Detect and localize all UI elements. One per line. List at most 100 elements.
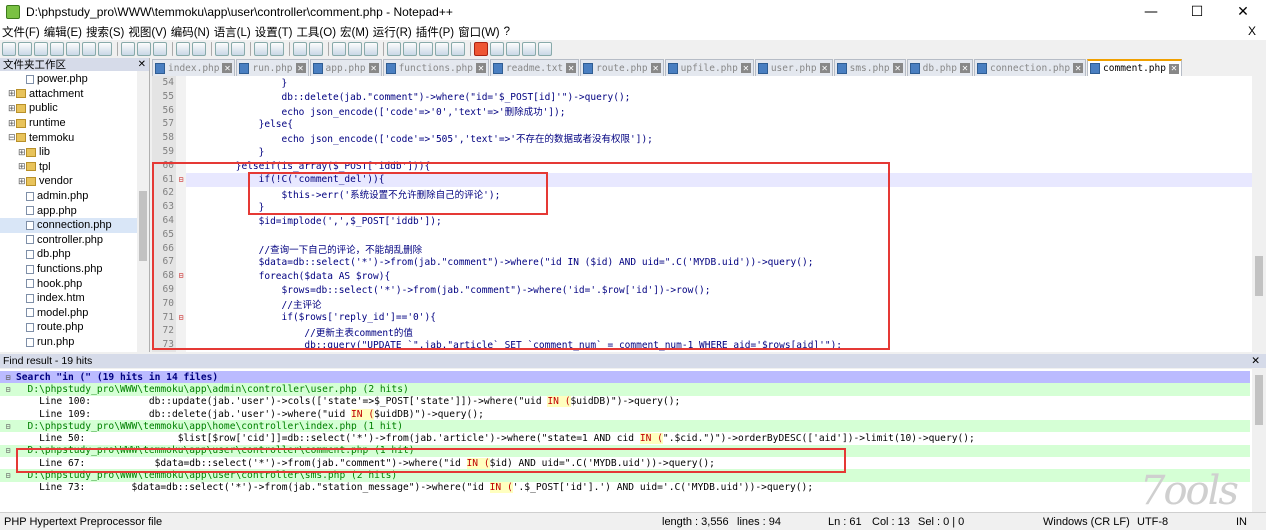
- menu-item[interactable]: 文件(F): [2, 24, 40, 40]
- tab-document[interactable]: user.php ✕: [754, 59, 833, 76]
- minimize-button[interactable]: —: [1128, 0, 1174, 24]
- find-result-line-row[interactable]: Line 73: $data=db::select('*')->from(jab…: [0, 482, 1250, 494]
- doc-map-icon[interactable]: [403, 42, 417, 56]
- func-list-icon[interactable]: [419, 42, 433, 56]
- find-result-panel[interactable]: ⊟ Search "in (" (19 hits in 14 files) ⊟ D:…: [0, 369, 1266, 512]
- tab-close-icon[interactable]: ✕: [368, 63, 379, 73]
- tab-close-icon[interactable]: ✕: [650, 63, 661, 73]
- file-tree-item[interactable]: hook.php: [0, 276, 137, 291]
- fold-marker-icon[interactable]: [176, 89, 186, 105]
- file-tree-item[interactable]: admin.php: [0, 189, 137, 204]
- fold-marker-icon[interactable]: [176, 241, 186, 257]
- fold-marker-icon[interactable]: [176, 338, 186, 352]
- menu-item[interactable]: 设置(T): [255, 24, 293, 40]
- record-icon[interactable]: [474, 42, 488, 56]
- file-tree-item[interactable]: model.php: [0, 306, 137, 321]
- tab-close-icon[interactable]: ✕: [819, 63, 830, 73]
- find-result-file-row[interactable]: ⊟ D:\phpstudy_pro\WWW\temmoku\app\user\c…: [0, 444, 1250, 458]
- menu-item[interactable]: 运行(R): [373, 24, 412, 40]
- file-tree-item[interactable]: ⊞ runtime: [0, 116, 137, 131]
- find-result-line-row[interactable]: Line 109: db::delete(jab.'user')->where(…: [0, 408, 1250, 420]
- find-result-file-row[interactable]: ⊟ D:\phpstudy_pro\WWW\temmoku\app\user\c…: [0, 469, 1250, 482]
- fold-marker-icon[interactable]: [176, 227, 186, 243]
- tree-toggle-icon[interactable]: ⊞: [18, 147, 26, 158]
- fold-toggle-icon[interactable]: ⊟: [0, 373, 16, 382]
- fold-toggle-icon[interactable]: ⊟: [0, 446, 16, 455]
- tab-close-icon[interactable]: ✕: [740, 63, 751, 73]
- play-icon[interactable]: [506, 42, 520, 56]
- show-all-icon[interactable]: [348, 42, 362, 56]
- tab-document[interactable]: index.php ✕: [152, 59, 236, 76]
- tab-close-icon[interactable]: ✕: [566, 63, 577, 73]
- fold-marker-icon[interactable]: [176, 200, 186, 215]
- replace-icon[interactable]: [231, 42, 245, 56]
- file-tree-item[interactable]: power.php: [0, 72, 137, 87]
- sync-v-icon[interactable]: [293, 42, 307, 56]
- fold-marker-icon[interactable]: [176, 186, 186, 201]
- file-tree-item[interactable]: ⊞ lib: [0, 145, 137, 160]
- menu-item[interactable]: 搜索(S): [86, 24, 124, 40]
- tree-toggle-icon[interactable]: ⊟: [8, 132, 16, 143]
- save-all-icon[interactable]: [50, 42, 64, 56]
- file-tree-item[interactable]: controller.php: [0, 233, 137, 248]
- menu-close-document-button[interactable]: X: [1248, 24, 1256, 38]
- folder-icon[interactable]: [435, 42, 449, 56]
- file-tree-item[interactable]: run.php: [0, 335, 137, 350]
- paste-icon[interactable]: [153, 42, 167, 56]
- scrollbar-thumb[interactable]: [1255, 256, 1263, 296]
- fold-marker-icon[interactable]: [176, 296, 186, 312]
- find-result-search-row[interactable]: ⊟ Search "in (" (19 hits in 14 files): [0, 371, 1250, 384]
- menu-item[interactable]: ?: [504, 26, 510, 38]
- tab-document[interactable]: comment.php ✕: [1087, 59, 1182, 76]
- tree-toggle-icon[interactable]: ⊞: [18, 176, 26, 187]
- zoom-out-icon[interactable]: [270, 42, 284, 56]
- file-tree-item[interactable]: db.php: [0, 247, 137, 262]
- lang-icon[interactable]: [387, 42, 401, 56]
- fold-marker-icon[interactable]: [176, 158, 186, 174]
- scrollbar-thumb[interactable]: [139, 191, 147, 261]
- menu-item[interactable]: 工具(O): [296, 24, 336, 40]
- cut-icon[interactable]: [121, 42, 135, 56]
- file-tree-item[interactable]: ⊟ temmoku: [0, 130, 137, 145]
- scrollbar-thumb[interactable]: [1255, 375, 1263, 425]
- menu-item[interactable]: 编辑(E): [44, 24, 82, 40]
- indent-guide-icon[interactable]: [364, 42, 378, 56]
- fold-toggle-icon[interactable]: ⊟: [0, 471, 16, 480]
- find-result-line-row[interactable]: Line 50: $list[$row['cid']]=db::select('…: [0, 433, 1250, 445]
- menu-item[interactable]: 语言(L): [214, 24, 251, 40]
- maximize-button[interactable]: ☐: [1174, 0, 1220, 24]
- wrap-icon[interactable]: [332, 42, 346, 56]
- monitor-icon[interactable]: [451, 42, 465, 56]
- close-icon[interactable]: [66, 42, 80, 56]
- tree-toggle-icon[interactable]: ⊞: [8, 88, 16, 99]
- tree-toggle-icon[interactable]: ⊞: [8, 118, 16, 129]
- open-icon[interactable]: [18, 42, 32, 56]
- fold-marker-icon[interactable]: ⊟: [176, 310, 186, 326]
- find-result-file-row[interactable]: ⊟ D:\phpstudy_pro\WWW\temmoku\app\home\c…: [0, 420, 1250, 433]
- undo-icon[interactable]: [176, 42, 190, 56]
- menu-item[interactable]: 插件(P): [416, 24, 454, 40]
- tab-close-icon[interactable]: ✕: [892, 63, 903, 73]
- fold-marker-icon[interactable]: ⊟: [176, 172, 186, 188]
- menu-item[interactable]: 宏(M): [340, 24, 369, 40]
- file-tree-scrollbar[interactable]: [137, 71, 149, 352]
- fold-marker-icon[interactable]: [176, 103, 186, 119]
- fold-marker-icon[interactable]: [176, 131, 186, 146]
- fold-marker-icon[interactable]: [176, 324, 186, 339]
- find-result-file-row[interactable]: ⊟ D:\phpstudy_pro\WWW\temmoku\app\admin\…: [0, 383, 1250, 396]
- menu-item[interactable]: 编码(N): [171, 24, 210, 40]
- copy-icon[interactable]: [137, 42, 151, 56]
- tab-document[interactable]: run.php ✕: [236, 59, 309, 76]
- tab-document[interactable]: app.php ✕: [309, 59, 382, 76]
- find-result-scrollbar[interactable]: [1252, 369, 1266, 512]
- tab-close-icon[interactable]: ✕: [959, 63, 970, 73]
- new-icon[interactable]: [2, 42, 16, 56]
- fold-marker-icon[interactable]: [176, 214, 186, 229]
- close-all-icon[interactable]: [82, 42, 96, 56]
- stop-icon[interactable]: [490, 42, 504, 56]
- tab-close-icon[interactable]: ✕: [295, 63, 306, 73]
- zoom-in-icon[interactable]: [254, 42, 268, 56]
- fold-marker-icon[interactable]: [176, 76, 186, 91]
- file-tree-item[interactable]: ⊞ public: [0, 101, 137, 116]
- menu-item[interactable]: 视图(V): [128, 24, 166, 40]
